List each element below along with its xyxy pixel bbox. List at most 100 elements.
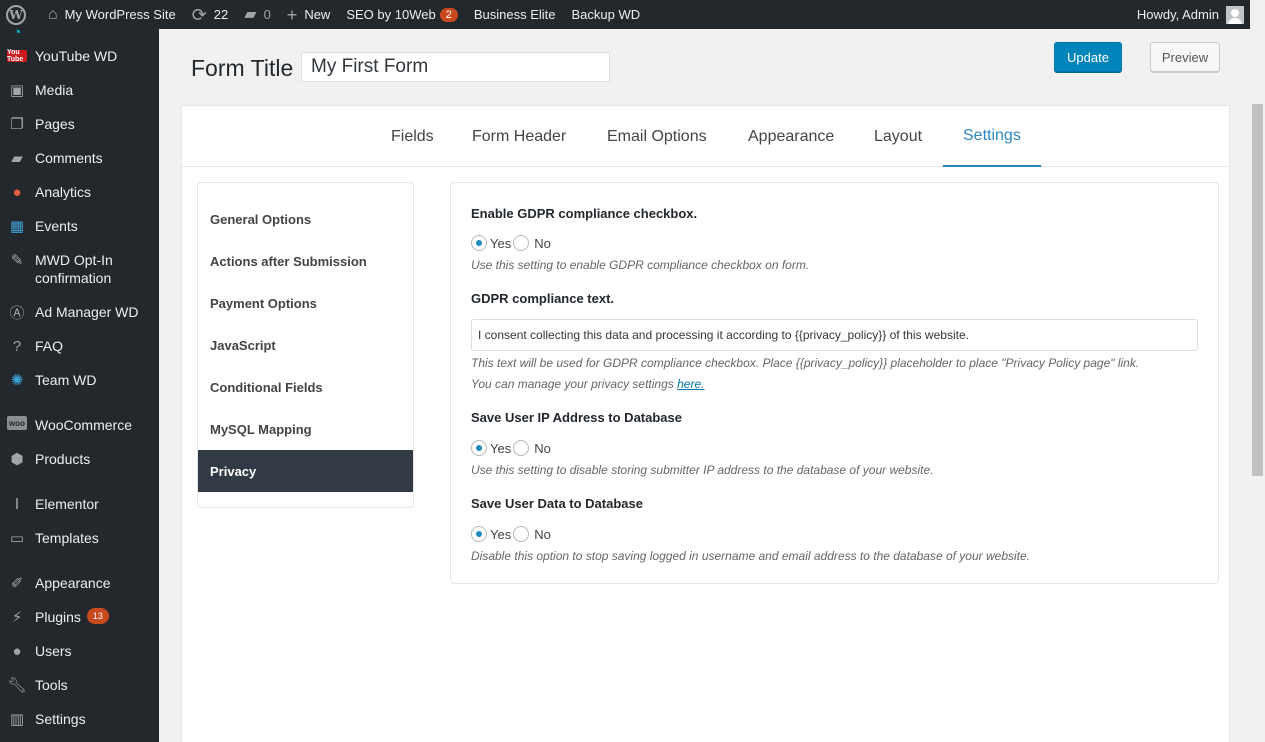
updates-menu[interactable]: ⟳ 22 [184,0,237,29]
backup-menu[interactable]: Backup WD [563,0,648,29]
gdpr-checkbox-radio-group: Yes No [471,235,553,251]
save-ip-yes-label[interactable]: Yes [490,441,511,456]
privacy-settings-link[interactable]: here. [677,377,704,391]
sidebar-item-mwd-opt-in[interactable]: ✎ MWD Opt-In confirmation [0,251,159,287]
sidebar-item-youtube-wd[interactable]: You Tube YouTube WD [0,47,159,65]
new-content-menu[interactable]: + New [279,0,339,29]
sidebar-item-media[interactable]: ▣ Media [0,81,159,99]
nav-conditional-fields[interactable]: Conditional Fields [198,366,413,408]
plugins-update-badge: 13 [86,608,109,624]
sidebar-item-events[interactable]: ▦ Events [0,217,159,235]
my-account-menu[interactable]: Howdy, Admin [1136,5,1250,24]
sidebar-item-settings[interactable]: ▥ Settings [0,710,159,728]
sidebar-item-label: Users [35,643,72,659]
folder-icon: ▭ [9,530,25,547]
privacy-manage-line: You can manage your privacy settings her… [471,377,704,391]
sidebar-item-products[interactable]: ⬢ Products [0,450,159,468]
save-ip-title: Save User IP Address to Database [471,410,682,425]
site-name: My WordPress Site [64,7,176,22]
youtube-icon: You Tube [7,47,27,65]
admin-sidebar: ◔ You Tube YouTube WD ▣ Media ❐ Pages ▰ … [0,24,159,742]
sidebar-item-label: YouTube WD [35,48,118,64]
sidebar-item-analytics[interactable]: ● Analytics [0,183,159,201]
sidebar-item-templates[interactable]: ▭ Templates [0,529,159,547]
comments-count: 0 [263,7,271,22]
preview-button[interactable]: Preview [1150,42,1220,72]
tab-settings[interactable]: Settings [943,106,1041,167]
page-scrollbar[interactable] [1250,0,1265,742]
privacy-manage-text: You can manage your privacy settings [471,377,678,391]
sidebar-item-tools[interactable]: 🔧︎ Tools [0,676,159,694]
nav-actions-after-submission[interactable]: Actions after Submission [198,240,413,282]
nav-general-options[interactable]: General Options [198,198,413,240]
brush-icon: ✐ [10,575,24,592]
save-ip-no-radio[interactable] [513,440,530,456]
tab-appearance[interactable]: Appearance [748,106,834,167]
nav-privacy[interactable]: Privacy [198,450,413,492]
scrollbar-thumb[interactable] [1252,104,1263,476]
sidebar-item-elementor[interactable]: Ⅰ Elementor [0,495,159,513]
ad-icon: Ⓐ [9,304,25,322]
nav-payment-options[interactable]: Payment Options [198,282,413,324]
gdpr-no-label[interactable]: No [534,236,551,251]
save-user-data-yes-label[interactable]: Yes [490,527,511,542]
tab-fields[interactable]: Fields [391,106,434,167]
tab-form-header[interactable]: Form Header [472,106,566,167]
save-user-data-no-label[interactable]: No [534,527,551,542]
woo-icon: woo [7,416,27,430]
form-title-input[interactable]: My First Form [301,52,610,82]
new-label: New [304,7,331,22]
tab-email-options[interactable]: Email Options [607,106,707,167]
sidebar-item-label: Team WD [35,372,97,388]
save-ip-no-label[interactable]: No [534,441,551,456]
sidebar-item-partial[interactable]: ◔ [0,23,159,41]
privacy-settings-box: Enable GDPR compliance checkbox. Yes No … [450,182,1219,584]
sidebar-item-label: Settings [35,711,86,727]
sidebar-item-label: MWD Opt-In confirmation [35,252,113,286]
gdpr-yes-label[interactable]: Yes [490,236,511,251]
howdy-text: Howdy, Admin [1136,7,1219,22]
sidebar-item-label: Elementor [35,496,99,512]
user-icon: ● [12,642,22,660]
sidebar-item-woocommerce[interactable]: woo WooCommerce [0,416,159,434]
save-user-data-no-radio[interactable] [513,526,530,542]
sidebar-item-faq[interactable]: ? FAQ [0,337,159,355]
sidebar-item-label: Events [35,218,78,234]
seo-menu[interactable]: SEO by 10Web 2 [338,0,466,29]
sidebar-item-pages[interactable]: ❐ Pages [0,115,159,133]
sidebar-item-label: WooCommerce [35,417,132,433]
sidebar-item-label: Templates [35,530,99,546]
update-button[interactable]: Update [1054,42,1122,72]
form-editor-panel: Fields Form Header Email Options Appeara… [181,105,1230,742]
tab-layout[interactable]: Layout [874,106,922,167]
gdpr-yes-radio[interactable] [471,235,487,251]
business-elite-menu[interactable]: Business Elite [466,0,564,29]
sidebar-item-label: Comments [35,150,103,166]
updates-icon: ⟳ [191,4,207,25]
sidebar-item-users[interactable]: ● Users [0,642,159,660]
gdpr-no-radio[interactable] [513,235,530,251]
team-icon: ✺ [10,372,24,389]
save-user-data-yes-radio[interactable] [471,526,487,542]
sidebar-item-team-wd[interactable]: ✺ Team WD [0,371,159,389]
wrench-icon: 🔧︎ [7,677,27,694]
sidebar-item-label: Pages [35,116,75,132]
gdpr-text-input[interactable]: I consent collecting this data and proce… [471,319,1198,351]
save-ip-yes-radio[interactable] [471,440,487,456]
sidebar-item-ad-manager[interactable]: Ⓐ Ad Manager WD [0,303,159,322]
sidebar-item-plugins[interactable]: ⚡ Plugins 13 [0,608,159,626]
business-label: Business Elite [473,7,556,22]
save-user-data-radio-group: Yes No [471,526,553,542]
seo-count-badge: 2 [439,7,458,22]
sidebar-item-label: Media [35,82,74,98]
wordpress-logo-icon: W [6,4,26,25]
sidebar-item-label: Plugins [35,609,81,625]
sidebar-item-comments[interactable]: ▰ Comments [0,149,159,167]
question-icon: ? [12,337,22,355]
nav-mysql-mapping[interactable]: MySQL Mapping [198,408,413,450]
nav-javascript[interactable]: JavaScript [198,324,413,366]
sidebar-item-appearance[interactable]: ✐ Appearance [0,574,159,592]
settings-icon: ▥ [9,711,25,728]
sidebar-item-label: Ad Manager WD [35,304,139,320]
comments-menu[interactable]: ▰ 0 [236,0,279,29]
